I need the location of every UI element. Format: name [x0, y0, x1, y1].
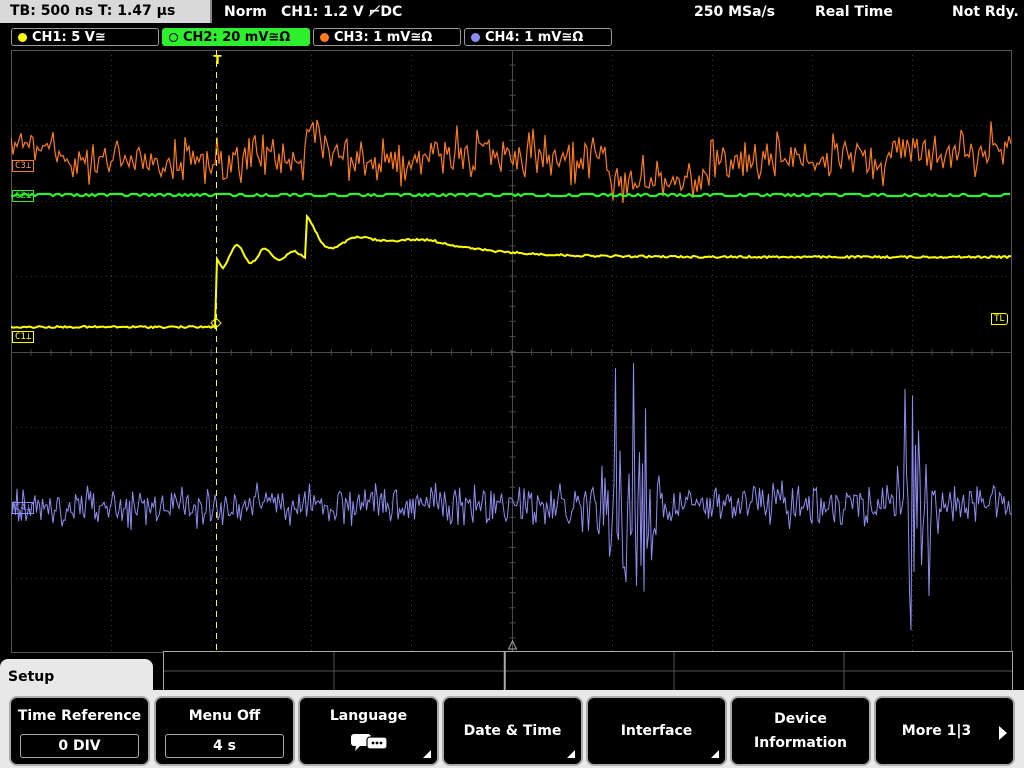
ch3-label: CH3: 1 mV≅Ω — [334, 30, 433, 45]
interface-label: Interface — [620, 723, 693, 739]
overview-grid — [164, 652, 1012, 690]
trigger-readout[interactable]: CH1: 1.2 V ⌐̸DC — [281, 0, 402, 24]
interface-button[interactable]: Interface — [586, 696, 727, 766]
trigger-position-marker[interactable]: T — [212, 52, 223, 68]
tab-ch3[interactable]: CH3: 1 mV≅Ω — [313, 28, 461, 46]
submenu-corner-icon — [423, 750, 431, 758]
graticule-grid — [11, 50, 1012, 653]
ch4-dot-icon — [471, 33, 480, 42]
language-button[interactable]: Language — [298, 696, 439, 766]
ch1-trace — [11, 213, 1012, 330]
menu-off-button[interactable]: Menu Off 4 s — [154, 696, 295, 766]
device-information-label: Device Information — [732, 707, 869, 755]
date-time-label: Date & Time — [463, 723, 562, 739]
ch3-trace — [11, 119, 1012, 203]
ch4-ground-marker[interactable]: C4⊥ — [12, 502, 35, 514]
ch4-trace — [11, 363, 1012, 631]
sample-rate: 250 MSa/s — [694, 4, 776, 20]
more-label: More 1|3 — [901, 723, 972, 739]
menu-title: Setup — [0, 659, 153, 699]
ch1-dot-icon — [18, 33, 27, 42]
tab-ch4[interactable]: CH4: 1 mV≅Ω — [464, 28, 612, 46]
menu-off-value: 4 s — [165, 734, 284, 758]
device-info-line2: Information — [754, 735, 847, 751]
trigger-status: Not Rdy. — [952, 4, 1019, 20]
ch2-ground-marker[interactable]: C2⊥ — [12, 190, 35, 202]
submenu-corner-icon — [711, 750, 719, 758]
time-reference-value: 0 DIV — [20, 734, 139, 758]
chevron-right-icon — [999, 726, 1007, 740]
ch2-label: CH2: 20 mV≅Ω — [183, 30, 291, 45]
zoom-overview[interactable] — [163, 651, 1013, 691]
ch4-label: CH4: 1 mV≅Ω — [485, 30, 584, 45]
tab-ch2[interactable]: CH2: 20 mV≅Ω — [162, 28, 310, 46]
tab-ch1[interactable]: CH1: 5 V≅ — [11, 28, 159, 46]
language-label: Language — [329, 708, 408, 724]
device-information-button[interactable]: Device Information — [730, 696, 871, 766]
time-reference-button[interactable]: Time Reference 0 DIV — [9, 696, 150, 766]
waveform-svg — [11, 50, 1012, 653]
trigger-level-marker[interactable]: TL — [991, 313, 1008, 325]
timebase-readout[interactable]: TB: 500 ns T: 1.47 µs — [0, 0, 212, 23]
trigger-mode[interactable]: Norm — [224, 0, 267, 24]
acquisition-mode: Real Time — [815, 4, 893, 20]
date-time-button[interactable]: Date & Time — [442, 696, 583, 766]
waveform-display[interactable] — [11, 50, 1012, 653]
menu-off-label: Menu Off — [188, 708, 261, 724]
ch1-label: CH1: 5 V≅ — [32, 30, 106, 45]
time-reference-label: Time Reference — [17, 708, 142, 724]
ch1-ground-marker[interactable]: C1⊥ — [12, 331, 35, 343]
speech-bubbles-icon — [351, 734, 388, 751]
ch2-dot-icon — [169, 33, 178, 42]
ch3-dot-icon — [320, 33, 329, 42]
ch3-ground-marker[interactable]: C3⊥ — [12, 160, 35, 172]
submenu-corner-icon — [567, 750, 575, 758]
ch2-trace — [11, 192, 1010, 198]
more-button[interactable]: More 1|3 — [874, 696, 1015, 766]
device-info-line1: Device — [774, 711, 827, 727]
